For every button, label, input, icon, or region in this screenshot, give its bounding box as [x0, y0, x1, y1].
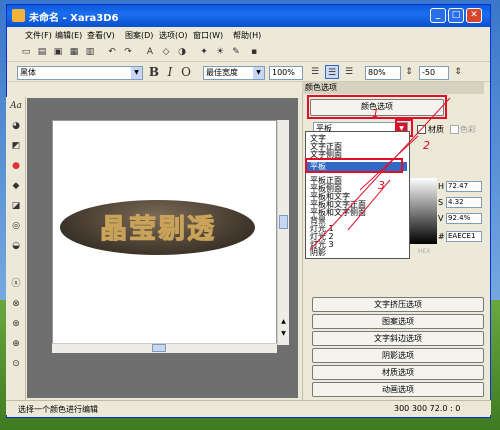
left-toolbar: Aa ◕ ◩ ● ◆ ◪ ◎ ◒ ⓧ ⊗ ⊛ ⊕ ⊙ [6, 97, 26, 407]
redo-icon[interactable]: ↷ [121, 45, 135, 59]
annotation-line-1 [309, 97, 451, 251]
undo-icon[interactable]: ↶ [105, 45, 119, 59]
pen-icon[interactable]: ✎ [229, 45, 243, 59]
italic-button[interactable]: I [163, 65, 177, 79]
shape-icon[interactable]: ◇ [159, 45, 173, 59]
design-text: 晶莹剔透 [100, 214, 216, 246]
font-value: 黑体 [20, 68, 36, 77]
color-tool-icon[interactable]: ◕ [9, 119, 23, 133]
spin-icon[interactable]: ⇕ [451, 65, 465, 79]
title-bar[interactable]: 未命名 - Xara3D6 _ □ ✕ [7, 5, 490, 27]
hscroll-thumb[interactable] [152, 344, 166, 352]
menu-options[interactable]: 选项(O) [159, 30, 188, 41]
scroll-down-icon[interactable]: ▼ [279, 330, 288, 339]
design-options-button[interactable]: 图案选项 [312, 314, 484, 329]
color-label: 色彩 [460, 125, 476, 134]
light-tool-icon[interactable]: ◎ [9, 219, 23, 233]
app-icon [12, 9, 25, 22]
offset-value: -50 [422, 68, 436, 77]
material-options-button[interactable]: 材质选项 [312, 365, 484, 380]
status-text: 选择一个颜色进行编辑 [18, 405, 98, 414]
text-tool-icon[interactable]: Aa [9, 99, 23, 113]
export-icon[interactable]: ▦ [67, 45, 81, 59]
spin-icon[interactable]: ⇕ [402, 65, 416, 79]
anim-tool-icon[interactable]: ◒ [9, 239, 23, 253]
reset-icon[interactable]: ⊙ [9, 357, 23, 371]
menu-edit[interactable]: 编辑(E) [55, 30, 82, 41]
bevel-options-button[interactable]: 文字斜边选项 [312, 331, 484, 346]
annotation-2: 2 [423, 139, 430, 152]
menu-window[interactable]: 窗口(W) [193, 30, 223, 41]
menu-bar: 文件(F) 编辑(E) 查看(V) 图案(D) 选项(O) 窗口(W) 帮助(H… [7, 27, 490, 43]
status-coords: 300 300 72.0 : 0 [394, 404, 461, 413]
spacing-value: 80% [368, 68, 386, 77]
bulb-icon[interactable]: ☀ [213, 45, 227, 59]
window-title: 未命名 - Xara3D6 [29, 13, 119, 24]
vertical-scrollbar[interactable]: ▲ ▼ [277, 120, 289, 345]
view-icon[interactable]: ▪ [247, 45, 261, 59]
shadow-options-button[interactable]: 阴影选项 [312, 348, 484, 363]
text-icon[interactable]: A [143, 45, 157, 59]
font-select[interactable]: 黑体 ▼ [17, 66, 143, 80]
extrude-options-button[interactable]: 文字挤压选项 [312, 297, 484, 312]
minimize-button[interactable]: _ [430, 8, 446, 23]
animation-options-button[interactable]: 动画选项 [312, 382, 484, 397]
menu-help[interactable]: 帮助(H) [233, 30, 261, 41]
toolbar-main: ▭ ▤ ▣ ▦ ▥ ↶ ↷ A ◇ ◑ ✦ ☀ ✎ ▪ [7, 43, 490, 62]
rotate-z-icon[interactable]: ⊛ [9, 317, 23, 331]
ball-tool-icon[interactable]: ● [9, 159, 23, 173]
bevel-tool-icon[interactable]: ◆ [9, 179, 23, 193]
bold-button[interactable]: B [147, 65, 161, 79]
rotate-free-icon[interactable]: ⊕ [9, 337, 23, 351]
menu-design[interactable]: 图案(D) [125, 30, 153, 41]
chevron-down-icon: ▼ [131, 67, 142, 79]
chevron-down-icon: ▼ [253, 67, 264, 79]
annotation-arrows [309, 97, 451, 251]
zoom-field[interactable]: 100% [269, 66, 303, 80]
spacing-field[interactable]: 80% [365, 66, 401, 80]
maximize-button[interactable]: □ [448, 8, 464, 23]
align-right-icon[interactable]: ☰ [342, 65, 356, 79]
align-left-icon[interactable]: ☰ [308, 65, 322, 79]
align-center-icon[interactable]: ☰ [325, 65, 339, 79]
zoom-value: 100% [272, 68, 295, 77]
scroll-up-icon[interactable]: ▲ [279, 318, 288, 327]
menu-file[interactable]: 文件(F) [25, 30, 52, 41]
save-icon[interactable]: ▣ [51, 45, 65, 59]
cube-tool-icon[interactable]: ◩ [9, 139, 23, 153]
annotation-1: 1 [372, 107, 379, 120]
status-bar: 选择一个颜色进行编辑 300 300 72.0 : 0 [6, 400, 491, 415]
width-mode-select[interactable]: 最佳宽度 ▼ [203, 66, 265, 80]
menu-view[interactable]: 查看(V) [87, 30, 115, 41]
scroll-thumb[interactable] [279, 215, 288, 229]
new-icon[interactable]: ▭ [19, 45, 33, 59]
width-mode-value: 最佳宽度 [206, 68, 238, 77]
open-icon[interactable]: ▤ [35, 45, 49, 59]
outline-button[interactable]: O [179, 65, 193, 79]
shadow-tool-icon[interactable]: ◪ [9, 199, 23, 213]
horizontal-scrollbar[interactable] [52, 343, 277, 353]
rotate-x-icon[interactable]: ⓧ [9, 277, 23, 291]
close-button[interactable]: ✕ [466, 8, 482, 23]
wand-icon[interactable]: ✦ [197, 45, 211, 59]
offset-field[interactable]: -50 [419, 66, 449, 80]
rotate-y-icon[interactable]: ⊗ [9, 297, 23, 311]
color-icon[interactable]: ◑ [175, 45, 189, 59]
print-icon[interactable]: ▥ [83, 45, 97, 59]
toolbar-text: 黑体 ▼ B I O 最佳宽度 ▼ 100% ☰ ☰ ☰ 80% ⇕ -50 ⇕ [7, 63, 490, 82]
annotation-3: 3 [378, 179, 385, 192]
